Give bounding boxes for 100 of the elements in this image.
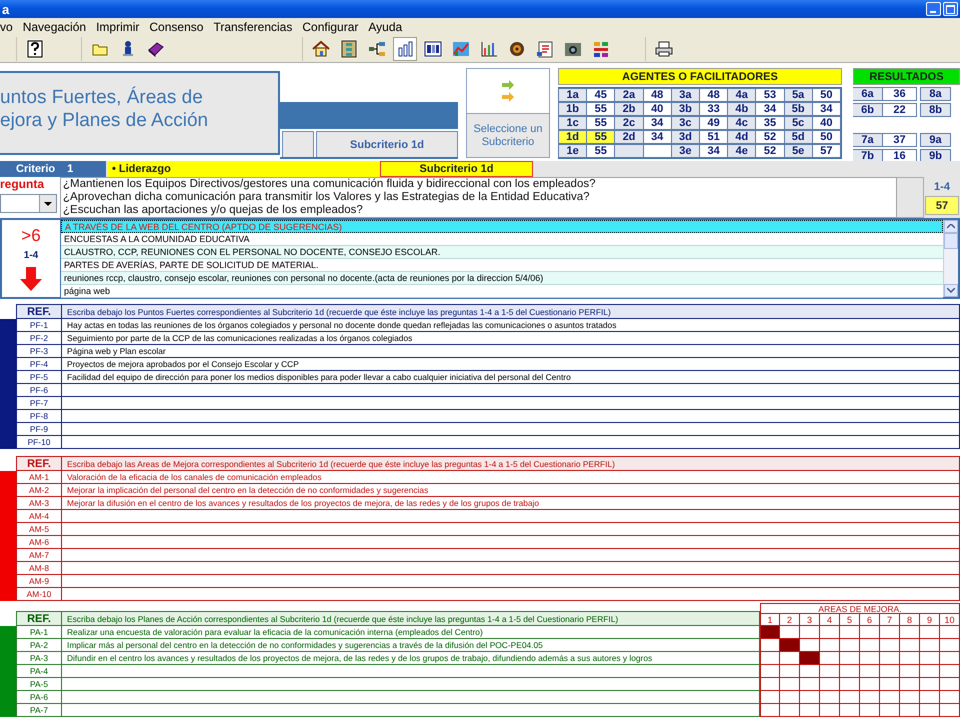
grid-cell[interactable] (880, 678, 900, 691)
menu-item[interactable]: Imprimir (96, 20, 140, 34)
entry-cell[interactable] (62, 523, 960, 536)
grid-cell[interactable] (800, 691, 820, 704)
grid-cell[interactable] (760, 626, 780, 639)
entry-cell[interactable] (62, 436, 960, 449)
subcriterio-code[interactable]: 5a (784, 88, 813, 102)
subcriterio-code[interactable]: 3b (670, 102, 700, 116)
grid-cell[interactable] (780, 691, 800, 704)
menu-item[interactable]: Ayuda (368, 20, 402, 34)
entry-cell[interactable]: Facilidad del equipo de dirección para poner los medios disponibles para poder llevar a cabo cualquier iniciativa del personal del Centro (62, 371, 960, 384)
subcriterio-code[interactable]: 2a (614, 88, 644, 102)
grid-cell[interactable] (800, 678, 820, 691)
entry-cell[interactable] (62, 384, 960, 397)
grid-cell[interactable] (940, 691, 960, 704)
subcriterio-code[interactable]: 5d (784, 130, 813, 144)
grid-cell[interactable] (880, 665, 900, 678)
grid-cell[interactable] (780, 704, 800, 717)
subcriterio-code[interactable]: 4a (727, 88, 756, 102)
grid-cell[interactable] (940, 678, 960, 691)
entry-cell[interactable] (62, 536, 960, 549)
grid-cell[interactable] (920, 652, 940, 665)
grid-cell[interactable] (840, 704, 860, 717)
select-subcriterio-button[interactable]: Seleccione un Subcriterio (467, 114, 549, 157)
grid-cell[interactable] (940, 704, 960, 717)
subcriterio-code[interactable]: 4d (727, 130, 756, 144)
grid-cell[interactable] (780, 639, 800, 652)
subcriterio-code[interactable]: 3c (670, 116, 700, 130)
entry-cell[interactable] (62, 510, 960, 523)
pregunta-dropdown[interactable] (0, 194, 57, 213)
grid-cell[interactable] (760, 678, 780, 691)
grid-cell[interactable] (860, 704, 880, 717)
subcriterio-code[interactable]: 9b (920, 149, 951, 161)
grid-cell[interactable] (800, 665, 820, 678)
entry-cell[interactable] (62, 665, 760, 678)
grid-cell[interactable] (800, 704, 820, 717)
minimize-button[interactable] (926, 2, 941, 16)
scroll-thumb[interactable] (944, 233, 958, 249)
entry-cell[interactable]: Mejorar la implicación del personal del centro en la detección de no conformidades y sugerencias (62, 484, 960, 497)
grid-cell[interactable] (940, 652, 960, 665)
grid-cell[interactable] (920, 704, 940, 717)
grid-cell[interactable] (940, 626, 960, 639)
grid-cell[interactable] (920, 691, 940, 704)
subcriterio-code[interactable]: 2c (614, 116, 644, 130)
grid-cell[interactable] (860, 691, 880, 704)
entry-cell[interactable]: Valoración de la eficacia de los canales de comunicación empleados (62, 471, 960, 484)
subcriterio-code[interactable]: 4c (727, 116, 756, 130)
entry-cell[interactable] (62, 423, 960, 436)
subcriterio-code[interactable]: 6b (853, 103, 883, 117)
menu-item[interactable]: Transferencias (213, 20, 292, 34)
menu-item[interactable]: Configurar (302, 20, 358, 34)
grid-cell[interactable] (760, 665, 780, 678)
grid-cell[interactable] (860, 626, 880, 639)
grid-cell[interactable] (820, 678, 840, 691)
entry-cell[interactable] (62, 562, 960, 575)
grid-cell[interactable] (860, 665, 880, 678)
subcriterio-code[interactable]: 8b (920, 103, 951, 117)
subcriterio-code[interactable]: 6a (853, 87, 883, 101)
grid-cell[interactable] (820, 626, 840, 639)
entry-cell[interactable]: Mejorar la difusión en el centro de los avances y resultados de los proyectos de mejora, de las redes y de los grupos de trabajo (62, 497, 960, 510)
grid-cell[interactable] (920, 639, 940, 652)
entry-cell[interactable]: Seguimiento por parte de la CCP de las comunicaciones realizadas a los órganos colegiados (62, 332, 960, 345)
grid-cell[interactable] (900, 639, 920, 652)
entry-cell[interactable] (62, 691, 760, 704)
entry-cell[interactable]: Proyectos de mejora aprobados por el Consejo Escolar y CCP (62, 358, 960, 371)
subcriterio-code[interactable]: 5b (784, 102, 813, 116)
entry-cell[interactable]: Página web y Plan escolar (62, 345, 960, 358)
grid-cell[interactable] (760, 691, 780, 704)
entry-cell[interactable]: Realizar una encuesta de valoración para evaluar la eficacia de la comunicación interna (empleados del Centro) (62, 626, 760, 639)
grid-cell[interactable] (880, 652, 900, 665)
grid-cell[interactable] (940, 665, 960, 678)
entry-cell[interactable] (62, 704, 760, 717)
grid-cell[interactable] (760, 652, 780, 665)
subcriterio-code[interactable]: 1b (558, 102, 588, 116)
subcriterio-code[interactable]: 3e (670, 144, 700, 158)
entry-cell[interactable] (62, 397, 960, 410)
subcriterio-code[interactable]: 4b (727, 102, 756, 116)
grid-cell[interactable] (820, 652, 840, 665)
grid-cell[interactable] (900, 691, 920, 704)
subcriterio-code[interactable]: 1c (558, 116, 588, 130)
subcriterio-code[interactable]: 2b (614, 102, 644, 116)
grid-cell[interactable] (840, 626, 860, 639)
scroll-up-button[interactable] (944, 220, 958, 233)
grid-cell[interactable] (900, 665, 920, 678)
subcriterio-code[interactable]: 3d (670, 130, 700, 144)
grid-cell[interactable] (780, 665, 800, 678)
grid-cell[interactable] (920, 626, 940, 639)
subcriterio-code[interactable]: 1e (558, 144, 588, 158)
entry-cell[interactable] (62, 588, 960, 601)
grid-cell[interactable] (800, 652, 820, 665)
scroll-down-button[interactable] (944, 284, 958, 297)
entry-cell[interactable]: Hay actas en todas las reuniones de los órganos colegiados y personal no docente donde quedan reflejadas las comunicaciones o asuntos tratados (62, 319, 960, 332)
subcriterio-code[interactable]: 1d (558, 130, 588, 144)
grid-cell[interactable] (900, 626, 920, 639)
entry-cell[interactable]: Difundir en el centro los avances y resultados de los proyectos de mejora, de las redes y de los grupos de trabajo, difundiendo además a sus autores y logros (62, 652, 760, 665)
grid-cell[interactable] (900, 678, 920, 691)
grid-cell[interactable] (900, 704, 920, 717)
grid-cell[interactable] (860, 652, 880, 665)
subcriterio-code[interactable]: 7a (853, 133, 883, 147)
bar-chart-icon[interactable] (393, 37, 417, 61)
